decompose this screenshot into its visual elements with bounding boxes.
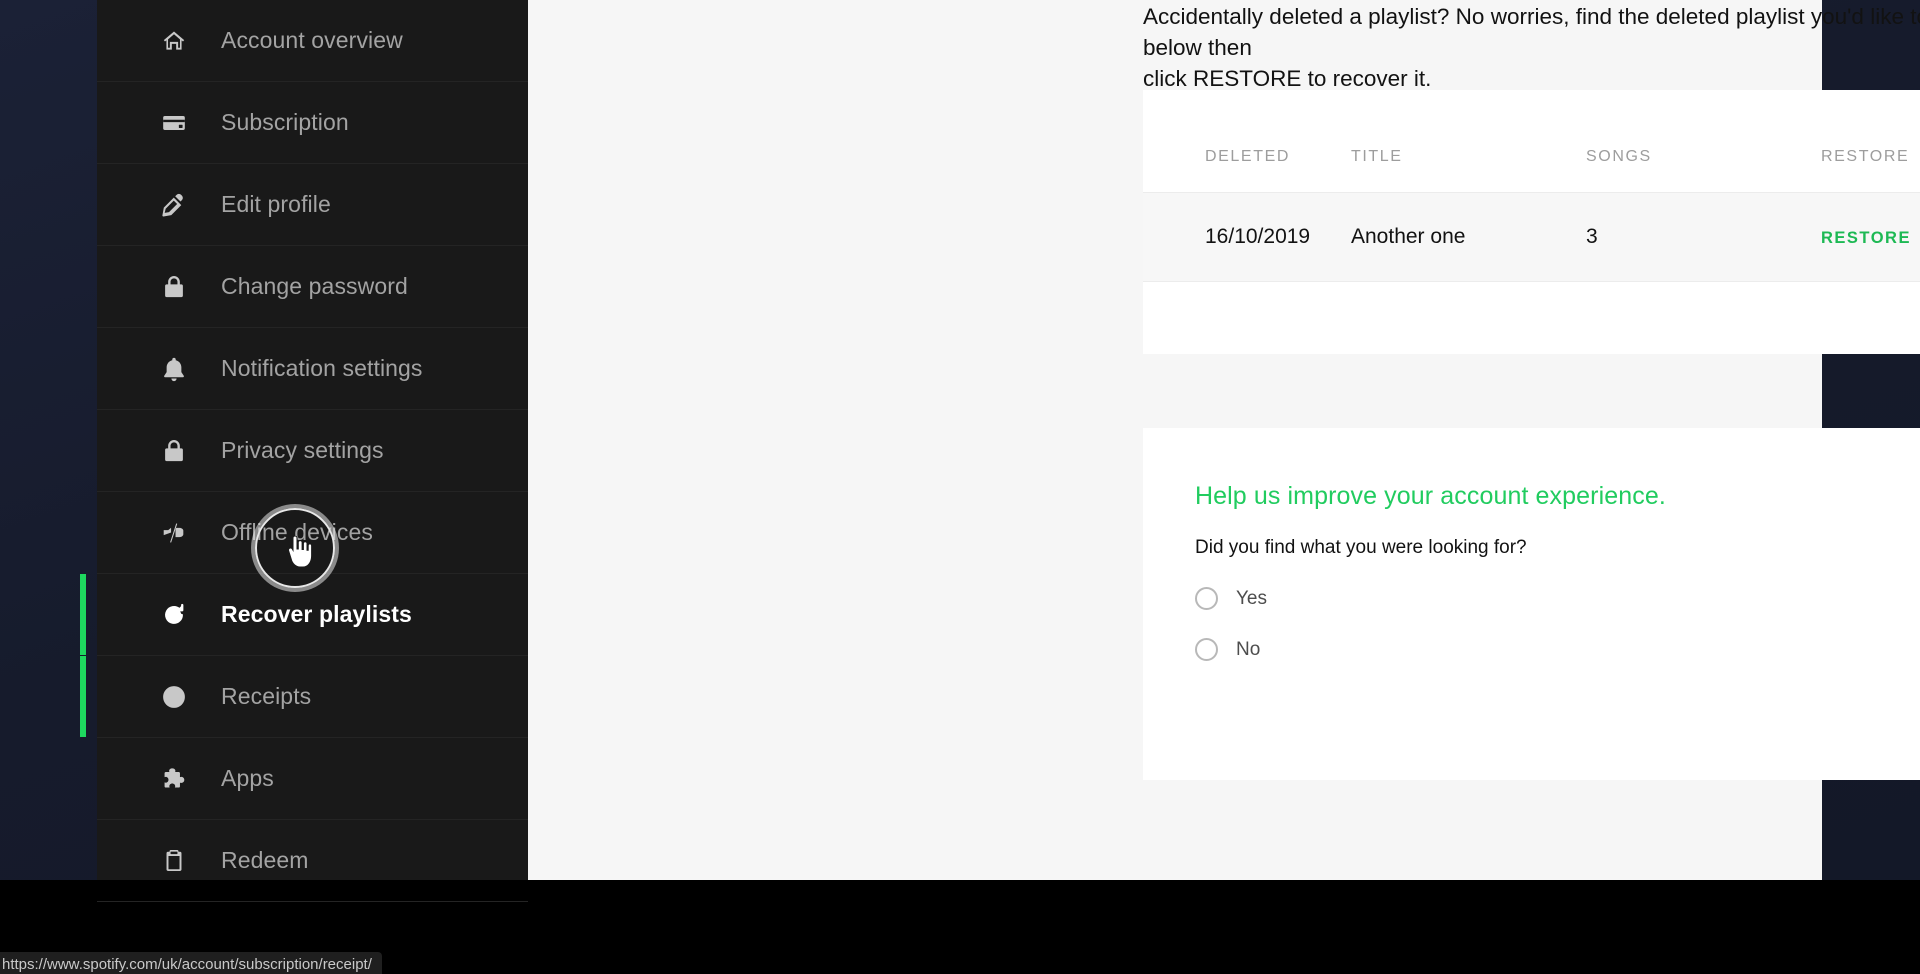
sidebar-item-label: Edit profile — [221, 191, 331, 217]
sidebar-item-edit-profile[interactable]: Edit profile — [97, 164, 528, 246]
radio-circle-icon[interactable] — [1195, 638, 1218, 661]
radio-option-no[interactable]: No — [1195, 638, 1920, 661]
active-indicator-bar — [80, 820, 86, 901]
table-body: 16/10/2019 Another one 3 RESTORE — [1143, 192, 1920, 282]
active-indicator-bar — [80, 164, 86, 245]
radio-circle-icon[interactable] — [1195, 587, 1218, 610]
cell-restore: RESTORE — [1821, 192, 1920, 282]
table-head: DELETED TITLE SONGS RESTORE — [1143, 90, 1920, 193]
table-row: 16/10/2019 Another one 3 RESTORE — [1143, 192, 1920, 282]
sidebar-item-label: Redeem — [221, 847, 309, 873]
radio-option-yes[interactable]: Yes — [1195, 587, 1920, 610]
radio-label-no: No — [1236, 638, 1261, 660]
account-sidebar: Account overview Subscription Edit profile… — [80, 0, 528, 902]
feedback-inner: Help us improve your account experience.… — [1143, 428, 1920, 661]
puzzle-icon — [157, 762, 191, 796]
lock-icon — [157, 434, 191, 468]
cell-deleted-date: 16/10/2019 — [1143, 192, 1351, 282]
main-content: Accidentally deleted a playlist? No worr… — [1143, 0, 1920, 780]
recover-playlists-card: DELETED TITLE SONGS RESTORE 16/10/2019 A… — [1143, 90, 1920, 354]
page-content-area: Accidentally deleted a playlist? No worr… — [528, 0, 1920, 880]
sidebar-item-label: Recover playlists — [221, 601, 412, 627]
credit-card-icon — [157, 106, 191, 140]
active-indicator-bar — [80, 82, 86, 163]
cell-playlist-title: Another one — [1351, 192, 1586, 282]
sidebar-item-recover-playlists[interactable]: Recover playlists — [80, 574, 528, 656]
deleted-playlists-table: DELETED TITLE SONGS RESTORE 16/10/2019 A… — [1143, 90, 1920, 282]
active-indicator-bar — [80, 656, 86, 737]
sidebar-item-label: Subscription — [221, 109, 349, 135]
feedback-title: Help us improve your account experience. — [1195, 482, 1666, 510]
active-indicator-bar — [80, 0, 86, 81]
sidebar-item-apps[interactable]: Apps — [97, 738, 528, 820]
sidebar-item-label: Privacy settings — [221, 437, 384, 463]
pencil-icon — [157, 188, 191, 222]
sidebar-item-redeem[interactable]: Redeem — [97, 820, 528, 902]
clock-back-icon — [157, 680, 191, 714]
screen: Accidentally deleted a playlist? No worr… — [0, 0, 1920, 974]
sidebar-item-label: Change password — [221, 273, 408, 299]
sidebar-item-change-password[interactable]: Change password — [97, 246, 528, 328]
table-header-row: DELETED TITLE SONGS RESTORE — [1143, 90, 1920, 193]
restore-button[interactable]: RESTORE — [1821, 229, 1911, 247]
active-indicator-bar — [80, 492, 86, 573]
sidebar-item-subscription[interactable]: Subscription — [97, 82, 528, 164]
refresh-icon — [157, 598, 191, 632]
sidebar-item-account-overview[interactable]: Account overview — [97, 0, 528, 82]
active-indicator-bar — [80, 410, 86, 491]
active-indicator-bar — [80, 246, 86, 327]
feedback-card: Help us improve your account experience.… — [1143, 428, 1920, 780]
column-header-deleted: DELETED — [1205, 148, 1290, 165]
clipboard-icon — [157, 844, 191, 878]
sidebar-item-label: Offline devices — [221, 519, 373, 545]
column-header-title: TITLE — [1351, 148, 1403, 165]
status-bar-url: https://www.spotify.com/uk/account/subsc… — [0, 952, 382, 974]
sidebar-item-privacy-settings[interactable]: Privacy settings — [97, 410, 528, 492]
cell-song-count: 3 — [1586, 192, 1821, 282]
sidebar-item-label: Apps — [221, 765, 274, 791]
intro-text: Accidentally deleted a playlist? No worr… — [1143, 0, 1920, 94]
lock-icon — [157, 270, 191, 304]
active-indicator-bar — [80, 574, 86, 655]
feedback-question: Did you find what you were looking for? — [1195, 537, 1527, 558]
radio-label-yes: Yes — [1236, 587, 1267, 609]
intro-line-1: Accidentally deleted a playlist? No worr… — [1143, 4, 1920, 60]
sidebar-item-receipts[interactable]: Receipts — [80, 656, 528, 738]
sidebar-item-label: Receipts — [221, 683, 312, 709]
sidebar-item-notification-settings[interactable]: Notification settings — [97, 328, 528, 410]
sidebar-item-label: Notification settings — [221, 355, 423, 381]
bell-icon — [157, 352, 191, 386]
offline-device-icon — [157, 516, 191, 550]
active-indicator-bar — [80, 328, 86, 409]
active-indicator-bar — [80, 738, 86, 819]
sidebar-item-offline-devices[interactable]: Offline devices — [97, 492, 528, 574]
column-header-songs: SONGS — [1586, 148, 1652, 165]
home-icon — [157, 24, 191, 58]
sidebar-item-label: Account overview — [221, 27, 403, 53]
column-header-restore: RESTORE — [1821, 148, 1910, 165]
